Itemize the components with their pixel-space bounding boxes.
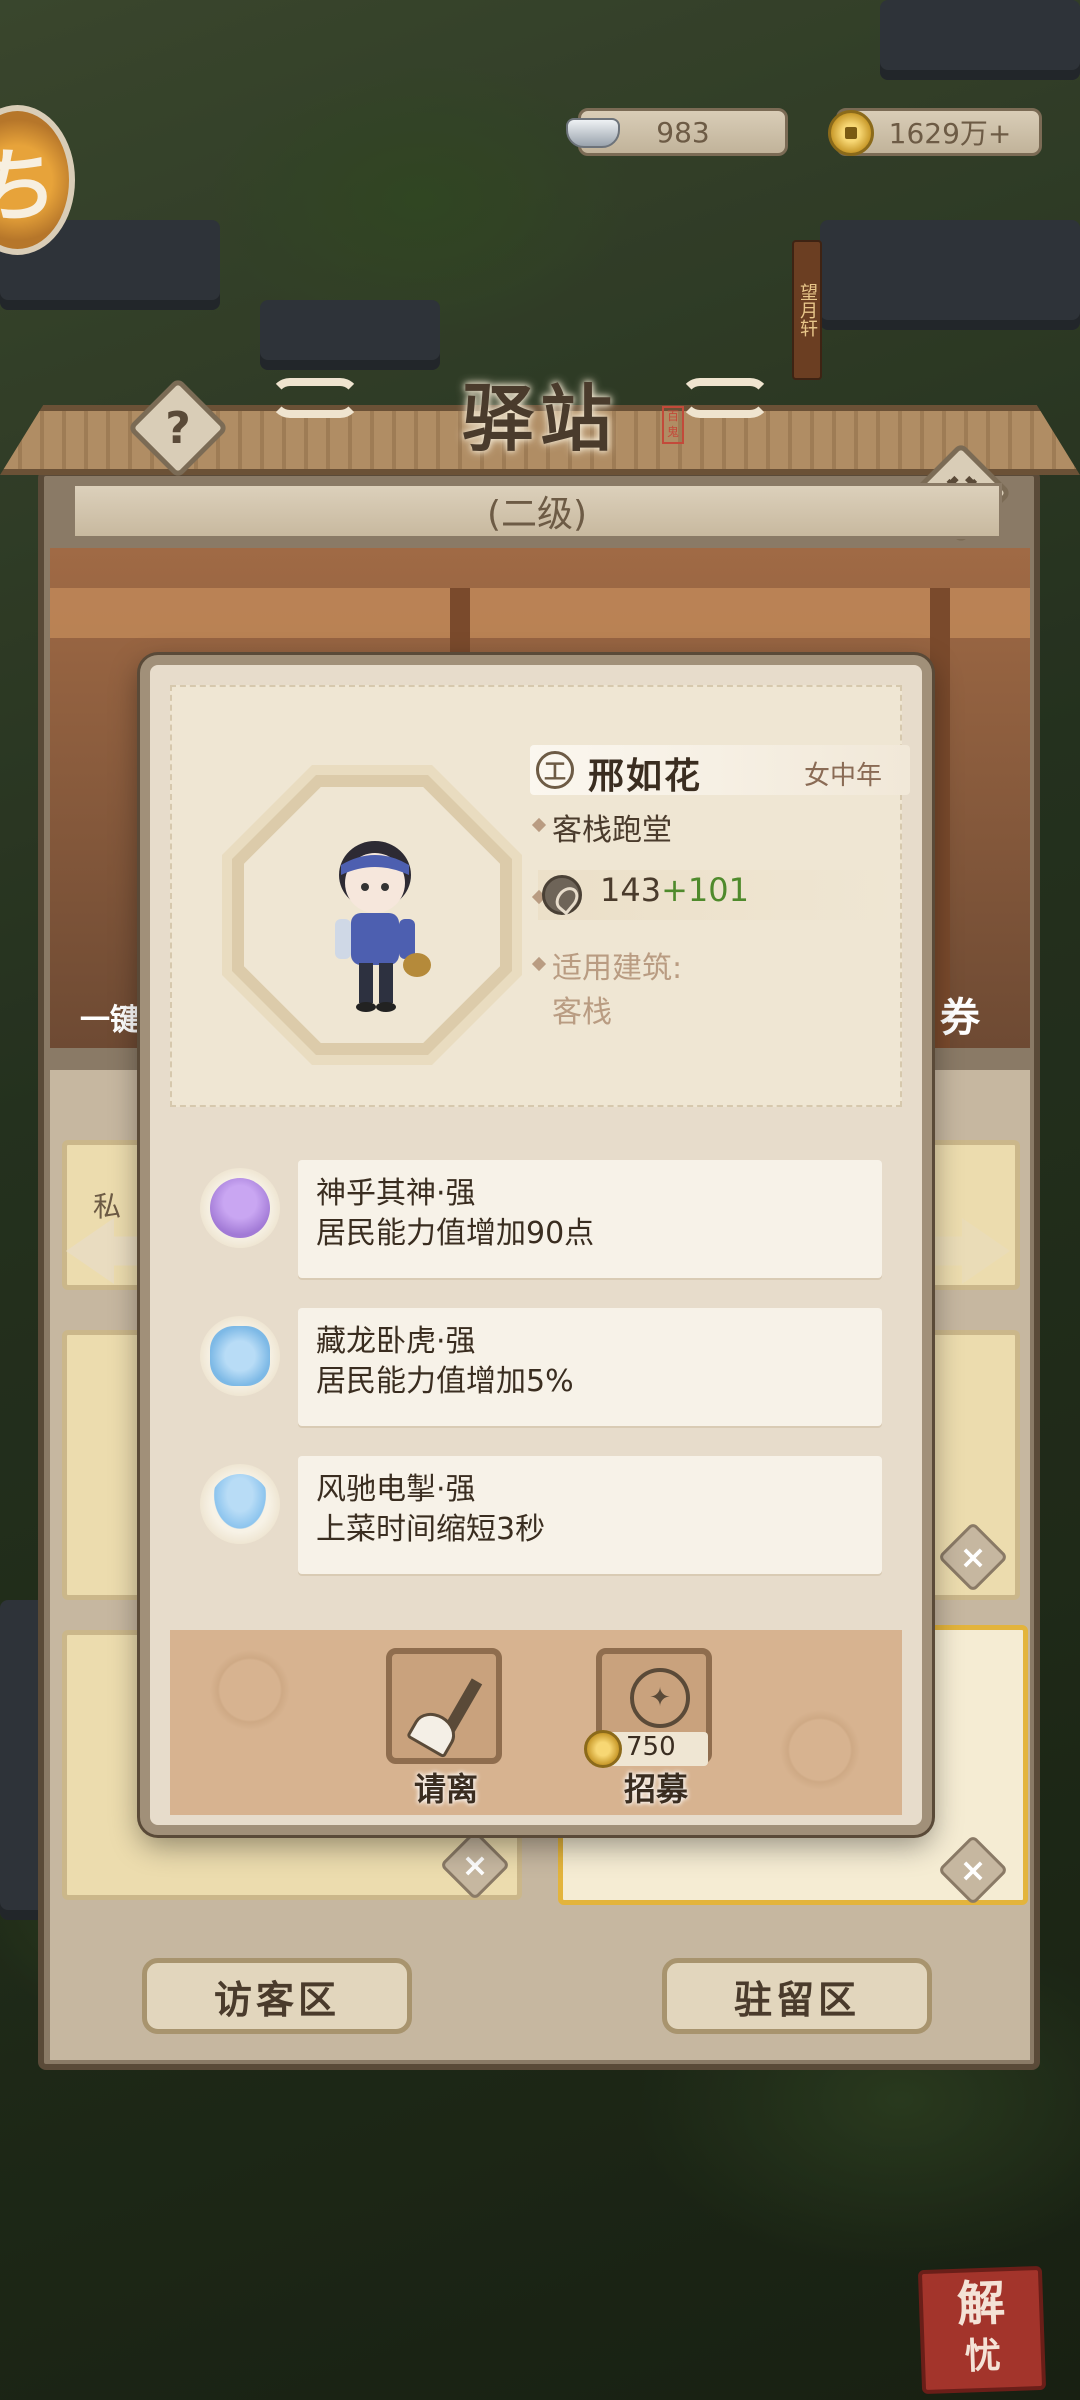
dismiss-button[interactable]: 请离 xyxy=(386,1648,506,1813)
stamp-line-2: 忧 xyxy=(964,2334,1002,2378)
silver-ingot-icon xyxy=(565,105,621,161)
power-base: 143 xyxy=(600,871,662,909)
skill-row: 风驰电掣·强 上菜时间缩短3秒 xyxy=(170,1456,902,1576)
name-bar: 工 邢如花 女中年 xyxy=(530,745,910,797)
silver-counter[interactable]: 983 xyxy=(566,108,788,156)
skill-desc: 居民能力值增加90点 xyxy=(316,1216,595,1251)
skill-title: 神乎其神·强 xyxy=(316,1176,476,1211)
stamp-line-1: 解 xyxy=(956,2275,1007,2333)
ticket-label[interactable]: 券 xyxy=(940,985,980,1043)
resident-slot[interactable] xyxy=(62,1330,152,1600)
skill-box: 神乎其神·强 居民能力值增加90点 xyxy=(298,1160,882,1278)
power-bonus: +101 xyxy=(661,871,749,909)
coin-value: 1629万+ xyxy=(888,117,1012,150)
close-icon: × xyxy=(461,1846,489,1884)
action-area: 请离 750 招募 xyxy=(170,1630,902,1815)
close-icon: × xyxy=(959,1538,987,1576)
footprint-icon xyxy=(200,1464,280,1544)
skill-box: 藏龙卧虎·强 居民能力值增加5% xyxy=(298,1308,882,1426)
title-seal: 百鬼 xyxy=(662,406,684,444)
dismiss-frame xyxy=(386,1648,502,1764)
coin-icon xyxy=(823,105,879,161)
recruit-cost: 750 xyxy=(626,1732,676,1762)
relief-stamp-button[interactable]: 解 忧 xyxy=(917,2265,1047,2395)
profession-icon: 工 xyxy=(536,751,574,789)
building-label: 适用建筑: xyxy=(552,951,683,986)
resident-portrait xyxy=(335,841,431,1012)
close-icon: × xyxy=(959,1851,987,1889)
recruit-button[interactable]: 750 招募 xyxy=(584,1648,716,1813)
tiger-icon xyxy=(200,1316,280,1396)
skill-row: 神乎其神·强 居民能力值增加90点 xyxy=(170,1160,902,1280)
dismiss-label: 请离 xyxy=(413,1770,478,1808)
ability-icon xyxy=(542,875,582,915)
resident-role: 客栈跑堂 xyxy=(552,813,672,848)
skill-row: 藏龙卧虎·强 居民能力值增加5% xyxy=(170,1308,902,1428)
silver-value: 983 xyxy=(656,115,710,149)
recruit-icon xyxy=(630,1668,690,1728)
level-label: (二级) xyxy=(72,483,1002,539)
skill-title: 风驰电掣·强 xyxy=(316,1472,476,1507)
one-click-label[interactable]: 一键 xyxy=(80,995,140,1039)
resident-tag: 女中年 xyxy=(803,761,882,791)
resident-area-button[interactable]: 驻留区 xyxy=(662,1958,932,2034)
skill-desc: 上菜时间缩短3秒 xyxy=(316,1512,546,1547)
power-value: 143+101 xyxy=(600,871,749,909)
building-value: 客栈 xyxy=(552,995,612,1030)
recruit-label: 招募 xyxy=(623,1770,688,1808)
resident-card: 工 邢如花 女中年 客栈跑堂 143+101 适用建筑: 客栈 神乎其神·强 居… xyxy=(140,655,932,1835)
shop-sign: 望月轩 xyxy=(792,240,822,380)
question-icon: ? xyxy=(165,402,191,454)
skill-desc: 居民能力值增加5% xyxy=(316,1364,574,1399)
skill-title: 藏龙卧虎·强 xyxy=(316,1324,476,1359)
coin-icon xyxy=(584,1730,622,1768)
title-cloud-ornament xyxy=(270,378,360,418)
coin-counter[interactable]: 1629万+ xyxy=(828,108,1042,156)
visitor-area-button[interactable]: 访客区 xyxy=(142,1958,412,2034)
buddha-icon xyxy=(200,1168,280,1248)
skill-box: 风驰电掣·强 上菜时间缩短3秒 xyxy=(298,1456,882,1574)
resident-name: 邢如花 xyxy=(588,756,703,797)
